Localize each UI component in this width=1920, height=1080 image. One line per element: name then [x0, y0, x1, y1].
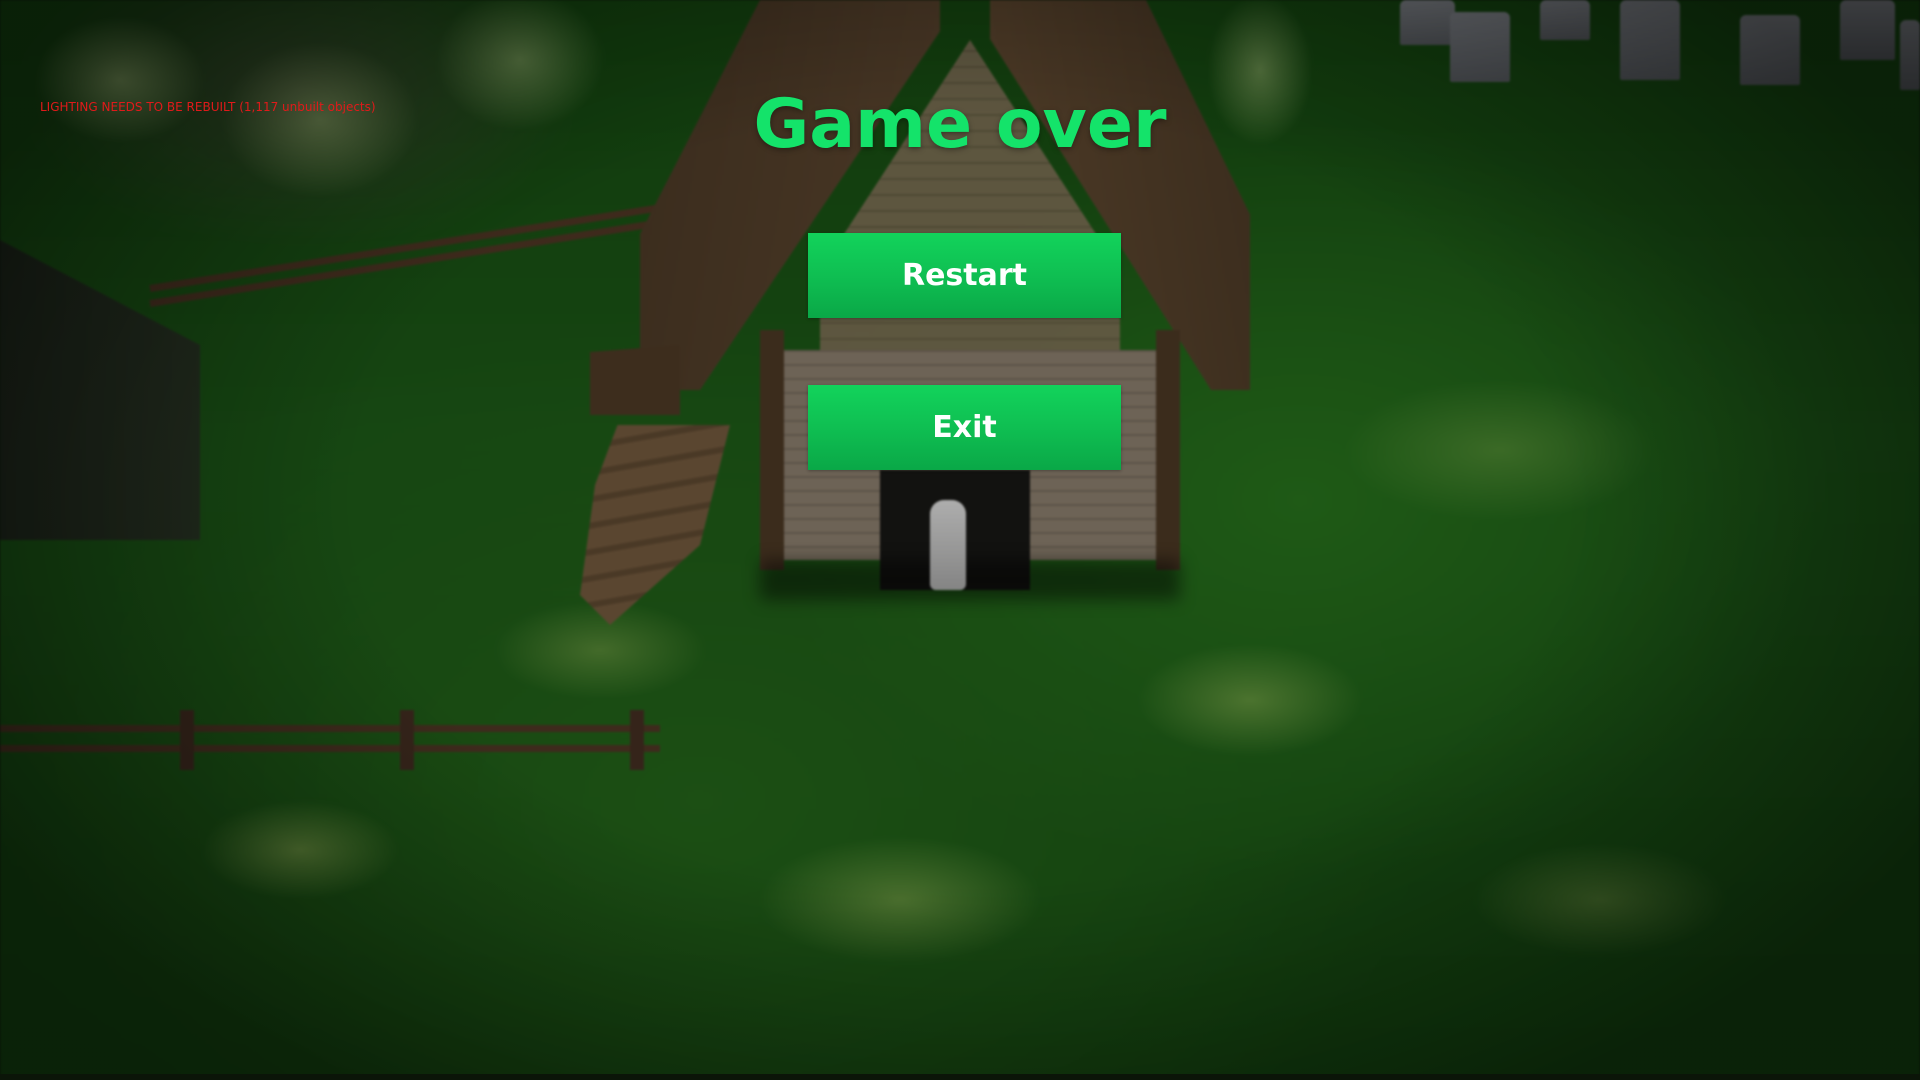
- exit-button-label: Exit: [932, 410, 997, 445]
- restart-button[interactable]: Restart: [808, 233, 1121, 318]
- exit-button[interactable]: Exit: [808, 385, 1121, 470]
- restart-button-label: Restart: [901, 258, 1028, 293]
- game-over-title: Game over: [753, 85, 1167, 164]
- lighting-warning-text: LIGHTING NEEDS TO BE REBUILT (1,117 unbu…: [40, 100, 376, 114]
- bottom-edge: [0, 1074, 1920, 1080]
